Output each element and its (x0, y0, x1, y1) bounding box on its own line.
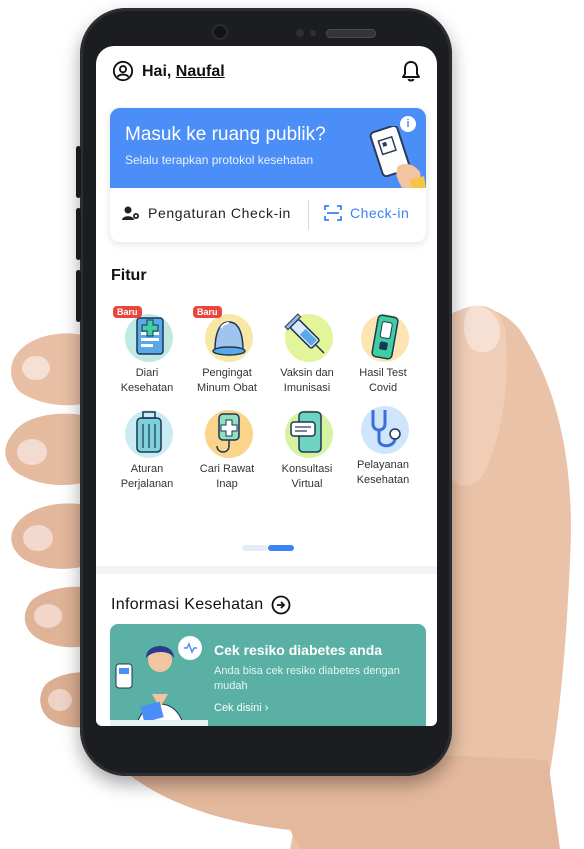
checkin-banner[interactable]: Masuk ke ruang publik? Selalu terapkan p… (110, 108, 426, 188)
scan-icon (324, 205, 342, 221)
page-dot[interactable] (242, 545, 268, 551)
stethoscope-icon (361, 406, 409, 454)
speaker-grille (326, 29, 376, 38)
user-settings-icon (122, 206, 139, 220)
features-title: Fitur (111, 267, 147, 284)
feature-label: Aturan Perjalanan (120, 463, 174, 490)
arrow-right-circle-icon[interactable] (271, 595, 291, 615)
syringe-icon (284, 313, 333, 362)
feature-label: Cari Rawat Inap (199, 463, 255, 490)
test-kit-icon (361, 314, 409, 362)
chat-phone-icon (285, 410, 333, 458)
feature-diari-kesehatan[interactable]: Baru Diari Kesehatan (108, 306, 186, 396)
feature-vaksin-imunisasi[interactable]: Vaksin dan Imunisasi (268, 308, 346, 396)
checkin-card: Masuk ke ruang publik? Selalu terapkan p… (110, 108, 426, 242)
checkin-settings-label: Pengaturan Check-in (148, 205, 291, 221)
section-separator (96, 566, 437, 574)
carousel-pagination[interactable] (242, 545, 296, 551)
checkin-settings-button[interactable]: Pengaturan Check-in (122, 205, 291, 221)
sensor-dot (296, 29, 304, 37)
feature-hasil-test-covid[interactable]: Hasil Test Covid (344, 308, 422, 396)
phone-side-button (76, 146, 81, 198)
feature-pelayanan-kesehatan[interactable]: Pelayanan Kesehatan (344, 400, 422, 488)
user-profile-icon[interactable] (112, 60, 134, 82)
iv-bag-icon (205, 410, 253, 458)
checkin-button[interactable]: Check-in (324, 205, 409, 221)
feature-label: Vaksin dan Imunisasi (280, 367, 334, 394)
app-screen: Hai, Naufal Masuk ke ruang publik? Selal… (96, 46, 437, 726)
feature-label: Pengingat Minum Obat (197, 367, 257, 394)
doctor-illustration (110, 636, 208, 726)
feature-konsultasi-virtual[interactable]: Konsultasi Virtual (268, 404, 346, 492)
checkin-actions: Pengaturan Check-in Check-in (110, 188, 426, 242)
greeting-prefix: Hai, (142, 63, 176, 80)
qr-phone-illustration-icon (369, 126, 426, 188)
feature-label: Pelayanan Kesehatan (356, 459, 410, 486)
health-info-title: Informasi Kesehatan (111, 596, 264, 613)
checkin-subtitle: Selalu terapkan protokol kesehatan (125, 153, 314, 167)
new-badge: Baru (113, 306, 142, 318)
feature-label: Hasil Test Covid (359, 367, 407, 394)
feature-pengingat-minum-obat[interactable]: Baru Pengingat Minum Obat (188, 306, 266, 396)
front-camera-icon (212, 24, 228, 40)
page-dot-active[interactable] (268, 545, 294, 551)
feature-label: Konsultasi Virtual (281, 463, 333, 490)
greeting-text: Hai, Naufal (142, 63, 225, 81)
divider (308, 200, 309, 230)
notification-bell-icon[interactable] (401, 60, 421, 82)
feature-aturan-perjalanan[interactable]: Aturan Perjalanan (108, 404, 186, 492)
check-here-link[interactable]: Cek disini › (214, 702, 268, 714)
health-info-header[interactable]: Informasi Kesehatan (111, 595, 291, 615)
feature-label: Diari Kesehatan (120, 367, 174, 394)
diabetes-card-title: Cek resiko diabetes anda (214, 642, 383, 658)
feature-cari-rawat-inap[interactable]: Cari Rawat Inap (188, 404, 266, 492)
diabetes-risk-card[interactable]: Cek resiko diabetes anda Anda bisa cek r… (110, 624, 426, 726)
top-bar: Hai, Naufal (96, 46, 437, 98)
new-badge: Baru (193, 306, 222, 318)
sensor-dot (310, 30, 316, 36)
phone-side-button (76, 208, 81, 260)
diabetes-card-subtitle: Anda bisa cek resiko diabetes dengan mud… (214, 665, 400, 692)
user-name-link[interactable]: Naufal (176, 63, 225, 80)
checkin-title: Masuk ke ruang publik? (125, 124, 326, 145)
checkin-button-label: Check-in (350, 205, 410, 221)
phone-side-button (76, 270, 81, 322)
luggage-icon (125, 410, 173, 458)
